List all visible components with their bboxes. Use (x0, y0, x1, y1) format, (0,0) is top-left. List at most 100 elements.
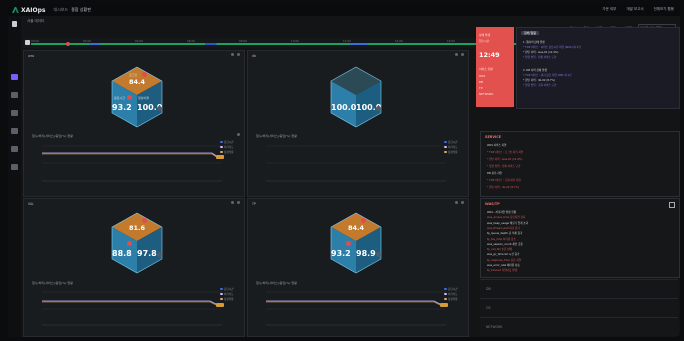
sub-bar: 서울 데이터 (23, 17, 678, 25)
status-badge (376, 106, 381, 111)
chart-legend: 응답시간 처리속도 정상비율 (444, 140, 458, 155)
status-badge (376, 252, 381, 257)
section-label: DB (486, 287, 491, 291)
section-line[interactable]: * 영향 범위 : 전체 서비스 구간 (487, 164, 520, 168)
alert-badge (127, 95, 132, 100)
section-label: NETWORK (486, 325, 503, 329)
settings-icon[interactable] (455, 53, 458, 56)
menu-icon[interactable] (669, 202, 675, 208)
page-title: 서울 데이터 (27, 18, 45, 23)
section-line[interactable]: * 원인 서버 : db-02 (8.7%) (487, 185, 519, 189)
was-tp-section: WAS/TP WAS - 처리지연 발생 현황 was_access_time 응… (480, 198, 680, 278)
section-line[interactable]: DB 쿼리 지연 (487, 171, 502, 175)
section-db-collapsed[interactable]: DB (480, 279, 678, 298)
chart-title: 접수/처리(서비스)/응답(%) 현황 (256, 134, 297, 138)
section-line[interactable]: * 원인 서버 : was-01 (12.4%) (487, 157, 522, 161)
status-cube[interactable] (328, 65, 384, 129)
incident-item-head[interactable]: 1. 웹서버 장애 발생 (523, 40, 545, 44)
section-network-collapsed[interactable]: NETWORK (480, 317, 678, 336)
incident-row: TP (479, 86, 483, 90)
chart-legend: 응답시간 처리속도 정상비율 (220, 140, 234, 155)
chart-icon[interactable] (11, 92, 18, 98)
xaiops-logo-icon (12, 7, 19, 13)
expand-icon[interactable] (237, 133, 240, 136)
legend-label: 처리속도 (448, 293, 458, 296)
panel-title: VAL (28, 202, 34, 206)
section-line[interactable]: * TOP 서비스 : 로그인 처리 지연 (487, 150, 523, 154)
grid-icon[interactable] (11, 128, 18, 134)
section-line[interactable]: tp_call_fail 호출 실패 (487, 247, 512, 251)
trend-chart (42, 291, 224, 326)
more-icon[interactable] (237, 201, 240, 204)
panel-controls (231, 53, 240, 56)
trend-chart (266, 291, 448, 326)
trend-chart (42, 145, 224, 182)
panel-title: was (28, 54, 35, 58)
timeline-alert-marker[interactable] (66, 41, 70, 46)
section-line[interactable]: tp_tps_drop 처리량 감소 (487, 237, 516, 241)
alert-badge (127, 241, 132, 246)
timeline-tick: 00:00 (31, 39, 40, 43)
chart-legend: 응답시간 처리속도 정상비율 (444, 287, 458, 302)
cube-right-value: 97.8 (137, 249, 157, 258)
cube-top-label: 로그인 (129, 73, 138, 77)
incident-summary-card[interactable]: 장애 발생 접수시간 12:49 서비스 현황 WAS DB TP NETWOR… (476, 27, 514, 107)
section-line[interactable]: WAS 서비스 지연 (487, 143, 506, 147)
section-os-collapsed[interactable]: OS (480, 298, 678, 317)
top-menu-item[interactable]: 전체보기 활용 (654, 7, 674, 12)
timeline-tick: 14:00 (394, 39, 403, 43)
section-line[interactable]: * TOP 서비스 : 조회 처리 지연 (487, 178, 521, 182)
timeline-tick: 16:00 (446, 39, 455, 43)
more-icon[interactable] (461, 201, 464, 204)
app-logo[interactable]: XAIOps (12, 7, 45, 14)
section-line[interactable]: tp_timeout 타임아웃 발생 (487, 268, 517, 272)
settings-icon[interactable] (231, 53, 234, 56)
settings-icon[interactable] (231, 201, 234, 204)
panel-db: db 100.0 100.0 접수/처리(서비스)/응답(%) 현황 응답시간 … (247, 50, 469, 197)
gear-icon[interactable] (11, 164, 18, 170)
section-line[interactable]: was_heap_usage 메모리 임계 초과 (487, 221, 528, 225)
incident-item-line: * 영향 범위 : 전체 서비스 구간 (523, 56, 557, 59)
panel-tp: TP 84.4 93.2 98.9 접수/처리(서비스)/응답(%) 현황 응답… (247, 198, 469, 337)
top-menu-item[interactable]: 개발 보고서 (626, 7, 643, 12)
section-line[interactable]: was_access_time 응답지연 감지 (487, 215, 525, 219)
status-cube[interactable] (109, 211, 165, 275)
legend-label: 응답시간 (448, 141, 458, 144)
section-line[interactable]: tp_response_time 응답 지연 (487, 258, 521, 262)
incident-item-line: * 원인 서버 : was-01 (12.4%) (523, 51, 559, 54)
cube-left-value: 88.8 (112, 249, 132, 258)
legend-label: 정상비율 (448, 298, 458, 301)
settings-icon[interactable] (455, 201, 458, 204)
more-icon[interactable] (461, 53, 464, 56)
list-icon[interactable] (11, 110, 18, 116)
status-badge (157, 106, 162, 111)
legend-label: 정상비율 (224, 151, 234, 154)
chart-legend: 응답시간 처리속도 정상비율 (220, 287, 234, 302)
status-cube[interactable] (328, 211, 384, 275)
breadcrumb-2[interactable]: 종합 상황판 (71, 7, 91, 13)
incident-row: DB (479, 80, 484, 84)
section-line[interactable]: tp_queue_depth 큐 적체 증가 (487, 231, 522, 235)
section-line[interactable]: WAS - 처리지연 발생 현황 (487, 210, 516, 214)
panel-val: VAL 81.6 88.8 97.8 접수/처리(서비스)/응답(%) 현황 응… (23, 198, 245, 337)
cube-top-value: 84.4 (129, 78, 146, 86)
play-icon[interactable] (25, 40, 30, 45)
legend-label: 처리속도 (224, 293, 234, 296)
incident-row: WAS (479, 74, 486, 78)
section-line[interactable]: was_session_count 세션 급증 (487, 242, 523, 246)
app-window: XAIOps 대시보드 종합 상황판 가운 외부 개발 보고서 전체보기 활용 … (8, 4, 680, 337)
dashboard-icon[interactable] (11, 74, 18, 80)
section-line[interactable]: was_error_rate 에러율 상승 (487, 263, 520, 267)
incident-item-head[interactable]: 2. DB 서버 장애 발생 (523, 68, 547, 72)
top-right-menu: 가운 외부 개발 보고서 전체보기 활용 (602, 7, 674, 12)
breadcrumb-1[interactable]: 대시보드 (53, 7, 68, 13)
panel-was: was 로그인 84.4 응답시간 93.2 정상비율 100.0 접수/처리(… (23, 50, 245, 197)
section-line[interactable]: was_gc_time GC 시간 증가 (487, 252, 519, 256)
section-line[interactable]: was_thread_wait 대기 증가 (487, 226, 520, 230)
timeline-tick: 12:00 (342, 39, 351, 43)
incident-status-label: 서비스 현황 (479, 67, 493, 71)
more-icon[interactable] (237, 53, 240, 56)
top-menu-item[interactable]: 가운 외부 (602, 7, 616, 12)
document-icon[interactable] (11, 146, 18, 152)
user-icon[interactable] (12, 21, 17, 27)
